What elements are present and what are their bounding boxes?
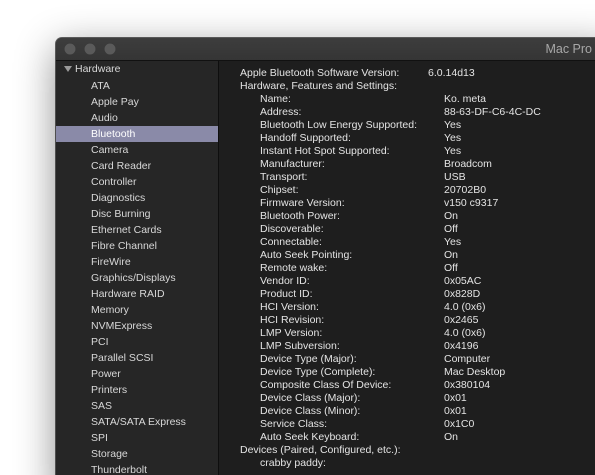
- property-value: On: [444, 249, 459, 261]
- property-key: Service Class:: [260, 418, 328, 430]
- software-version-value: 6.0.14d13: [428, 67, 475, 79]
- property-value: Yes: [444, 119, 462, 131]
- property-value: 0x2465: [444, 314, 479, 326]
- property-value: 20702B0: [444, 184, 487, 196]
- property-value: USB: [444, 171, 466, 183]
- property-key: Device Class (Minor):: [260, 405, 361, 417]
- property-value: v150 c9317: [444, 197, 499, 209]
- property-value: Yes: [444, 145, 462, 157]
- property-value: Mac Desktop: [444, 366, 506, 378]
- window-title: Mac Pro: [545, 42, 592, 56]
- hardware-section-label: Hardware, Features and Settings:: [240, 80, 397, 92]
- property-value: Broadcom: [444, 158, 492, 170]
- property-value: 88-63-DF-C6-4C-DC: [444, 106, 541, 118]
- property-key: Device Type (Major):: [260, 353, 357, 365]
- sidebar-item-ethernet-cards[interactable]: Ethernet Cards: [56, 222, 218, 238]
- property-value: 0x01: [444, 405, 467, 417]
- sidebar-item-disc-burning[interactable]: Disc Burning: [56, 206, 218, 222]
- property-key: Bluetooth Low Energy Supported:: [260, 119, 418, 131]
- property-key: Device Type (Complete):: [260, 366, 376, 378]
- sidebar: Hardware ATA Apple Pay Audio Bluetooth Camer…: [56, 61, 219, 475]
- sidebar-item-nvmexpress[interactable]: NVMExpress: [56, 318, 218, 334]
- property-key: Bluetooth Power:: [260, 210, 340, 222]
- sidebar-list: ATA Apple Pay Audio Bluetooth Camera Card Rea…: [56, 78, 218, 475]
- sidebar-item-apple-pay[interactable]: Apple Pay: [56, 94, 218, 110]
- property-key: Device Class (Major):: [260, 392, 361, 404]
- sidebar-item-parallel-scsi[interactable]: Parallel SCSI: [56, 350, 218, 366]
- sidebar-item-ata[interactable]: ATA: [56, 78, 218, 94]
- sidebar-item-card-reader[interactable]: Card Reader: [56, 158, 218, 174]
- property-key: Composite Class Of Device:: [260, 379, 392, 391]
- sidebar-item-sata-sata-express[interactable]: SATA/SATA Express: [56, 414, 218, 430]
- sidebar-item-thunderbolt[interactable]: Thunderbolt: [56, 462, 218, 475]
- property-value: 0x1C0: [444, 418, 475, 430]
- property-key: Transport:: [260, 171, 308, 183]
- property-value: Yes: [444, 236, 462, 248]
- property-key: Remote wake:: [260, 262, 328, 274]
- property-value: 4.0 (0x6): [444, 327, 486, 339]
- property-value: 0x01: [444, 392, 467, 404]
- sidebar-item-firewire[interactable]: FireWire: [56, 254, 218, 270]
- devices-section-label: Devices (Paired, Configured, etc.):: [240, 444, 401, 456]
- property-key: LMP Version:: [260, 327, 323, 339]
- sidebar-item-power[interactable]: Power: [56, 366, 218, 382]
- disclosure-triangle-icon[interactable]: [64, 66, 72, 72]
- property-key: Vendor ID:: [260, 275, 310, 287]
- property-key: Auto Seek Pointing:: [260, 249, 353, 261]
- device-name: crabby paddy:: [260, 457, 326, 469]
- property-value: On: [444, 210, 459, 222]
- property-key: Auto Seek Keyboard:: [260, 431, 360, 443]
- sidebar-item-camera[interactable]: Camera: [56, 142, 218, 158]
- sidebar-section-hardware[interactable]: Hardware: [64, 63, 121, 75]
- system-information-window: Mac Pro Hardware ATA Apple Pay Audio Blueto…: [56, 38, 595, 475]
- property-value: 0x828D: [444, 288, 481, 300]
- property-value: 0x4196: [444, 340, 479, 352]
- sidebar-item-diagnostics[interactable]: Diagnostics: [56, 190, 218, 206]
- property-key: HCI Revision:: [260, 314, 325, 326]
- property-key: HCI Version:: [260, 301, 319, 313]
- property-key: Handoff Supported:: [260, 132, 351, 144]
- minimize-window-button[interactable]: [84, 43, 96, 55]
- sidebar-item-audio[interactable]: Audio: [56, 110, 218, 126]
- property-value: 0x380104: [444, 379, 491, 391]
- property-key: Firmware Version:: [260, 197, 345, 209]
- property-value: Off: [444, 223, 458, 235]
- sidebar-item-pci[interactable]: PCI: [56, 334, 218, 350]
- sidebar-item-hardware-raid[interactable]: Hardware RAID: [56, 286, 218, 302]
- sidebar-item-fibre-channel[interactable]: Fibre Channel: [56, 238, 218, 254]
- sidebar-item-storage[interactable]: Storage: [56, 446, 218, 462]
- sidebar-item-sas[interactable]: SAS: [56, 398, 218, 414]
- property-value: Ko. meta: [444, 93, 487, 105]
- property-key: Product ID:: [260, 288, 313, 300]
- property-key: Discoverable:: [260, 223, 324, 235]
- sidebar-item-bluetooth[interactable]: Bluetooth: [56, 126, 218, 142]
- property-value: On: [444, 431, 459, 443]
- sidebar-item-graphics-displays[interactable]: Graphics/Displays: [56, 270, 218, 286]
- property-key: LMP Subversion:: [260, 340, 340, 352]
- property-key: Connectable:: [260, 236, 322, 248]
- sidebar-item-printers[interactable]: Printers: [56, 382, 218, 398]
- zoom-window-button[interactable]: [104, 43, 116, 55]
- title-bar: Mac Pro: [56, 38, 595, 61]
- property-key: Name:: [260, 93, 291, 105]
- sidebar-item-memory[interactable]: Memory: [56, 302, 218, 318]
- property-value: Yes: [444, 132, 462, 144]
- property-key: Address:: [260, 106, 302, 118]
- close-window-button[interactable]: [64, 43, 76, 55]
- software-version-label: Apple Bluetooth Software Version:: [240, 67, 400, 79]
- property-key: Chipset:: [260, 184, 299, 196]
- sidebar-item-controller[interactable]: Controller: [56, 174, 218, 190]
- property-value: Computer: [444, 353, 491, 365]
- property-value: 4.0 (0x6): [444, 301, 486, 313]
- property-value: Off: [444, 262, 458, 274]
- property-key: Manufacturer:: [260, 158, 325, 170]
- property-key: Instant Hot Spot Supported:: [260, 145, 390, 157]
- sidebar-item-spi[interactable]: SPI: [56, 430, 218, 446]
- sidebar-header-label: Hardware: [75, 63, 121, 75]
- detail-pane: Apple Bluetooth Software Version: 6.0.14…: [219, 61, 595, 475]
- property-value: 0x05AC: [444, 275, 482, 287]
